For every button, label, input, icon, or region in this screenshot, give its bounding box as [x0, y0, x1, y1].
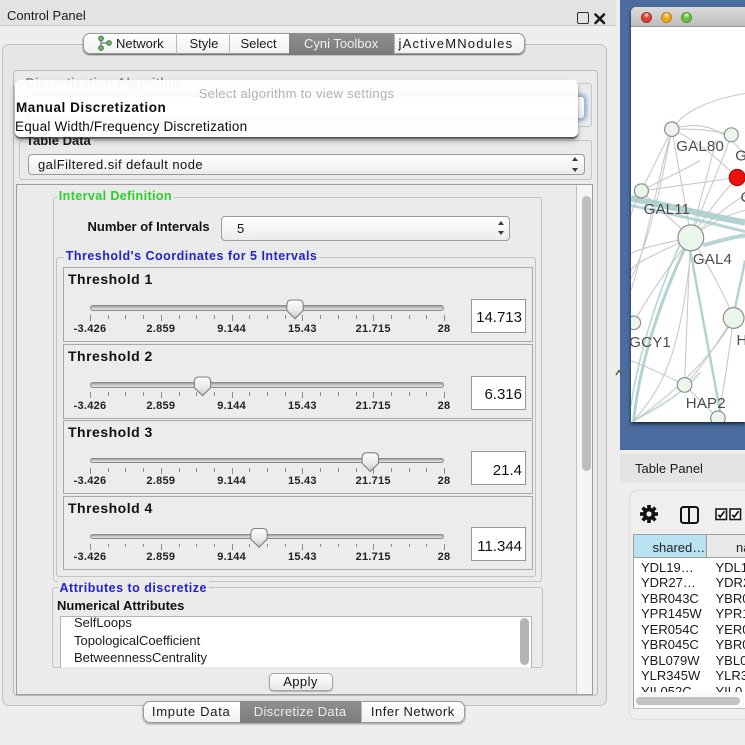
svg-text:GAL11: GAL11	[644, 201, 691, 218]
svg-text:GA: GA	[735, 147, 745, 164]
svg-text:HAP2: HAP2	[686, 395, 726, 412]
svg-text:GAL4: GAL4	[693, 251, 732, 268]
svg-text:H: H	[737, 332, 745, 349]
svg-text:GAL80: GAL80	[676, 138, 724, 155]
svg-text:CD: CD	[741, 189, 745, 206]
svg-text:GCY1: GCY1	[631, 334, 671, 351]
